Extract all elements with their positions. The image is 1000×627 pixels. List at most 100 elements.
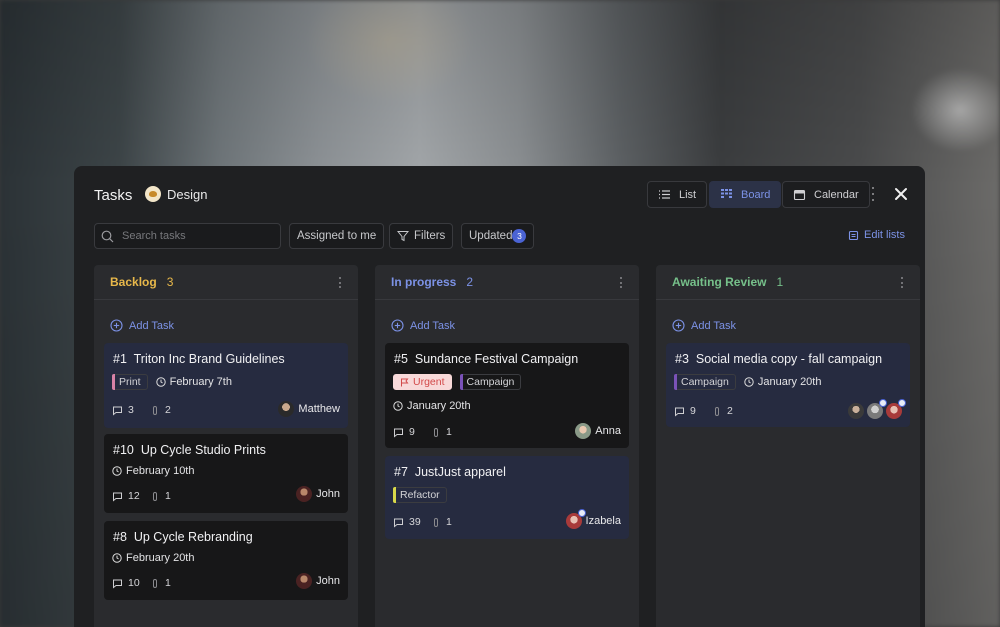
view-board-button[interactable]: Board xyxy=(709,181,782,208)
modal-title: Tasks xyxy=(94,187,133,204)
clock-icon xyxy=(112,553,122,563)
add-task-label: Add Task xyxy=(410,319,456,332)
task-card[interactable]: #3 Social media copy - fall campaign Cam… xyxy=(666,343,910,427)
updated-button[interactable]: Updated 3 xyxy=(461,223,535,249)
task-card[interactable]: #10 Up Cycle Studio Prints February 10th… xyxy=(104,434,348,513)
assignee[interactable]: Izabela xyxy=(565,509,621,529)
column-count: 1 xyxy=(776,275,784,289)
comment-icon xyxy=(113,406,122,416)
column-count: 2 xyxy=(466,275,474,289)
task-date-row: February 10th xyxy=(112,465,194,477)
column-menu-icon[interactable] xyxy=(338,277,342,288)
task-title: #10 Up Cycle Studio Prints xyxy=(113,443,266,457)
edit-lists-button[interactable]: Edit lists xyxy=(848,229,905,241)
task-card[interactable]: #5 Sundance Festival Campaign Urgent Cam… xyxy=(385,343,629,448)
attachment-icon xyxy=(715,406,719,416)
tag-refactor[interactable]: Refactor xyxy=(393,487,447,503)
comment-count: 9 xyxy=(690,405,696,417)
view-calendar-label: Calendar xyxy=(814,188,859,201)
task-card[interactable]: #7 JustJust apparel Refactor 39 1 Izabel… xyxy=(385,456,629,539)
attachment-count: 1 xyxy=(446,516,452,528)
column-menu-icon[interactable] xyxy=(619,277,623,288)
column-header: In progress 2 xyxy=(375,265,639,300)
comment-icon xyxy=(394,518,403,528)
comment-icon xyxy=(394,428,403,438)
avatar xyxy=(278,401,295,417)
assignee[interactable]: John xyxy=(296,573,340,589)
tag-campaign[interactable]: Campaign xyxy=(674,374,736,390)
view-list-button[interactable]: List xyxy=(647,181,708,208)
attachment-icon xyxy=(153,405,157,415)
task-tags-row: Urgent Campaign xyxy=(393,374,522,390)
comment-count: 9 xyxy=(409,426,415,438)
due-date: February 20th xyxy=(112,552,194,564)
clock-icon xyxy=(744,377,754,387)
task-meta: 10 1 xyxy=(112,577,171,589)
filter-icon xyxy=(397,231,409,242)
task-card[interactable]: #8 Up Cycle Rebranding February 20th 10 … xyxy=(104,521,348,600)
column-awaiting-review: Awaiting Review 1 Add Task #3 Social med… xyxy=(656,265,920,627)
tasks-modal: Tasks Design List Board Calendar Assigne… xyxy=(74,166,925,627)
avatar xyxy=(575,423,592,439)
due-date: February 7th xyxy=(155,376,232,388)
column-header: Awaiting Review 1 xyxy=(656,265,920,300)
task-title: #5 Sundance Festival Campaign xyxy=(394,352,579,366)
tag-print[interactable]: Print xyxy=(112,374,148,390)
add-task-button[interactable]: Add Task xyxy=(672,319,736,332)
assignee-group[interactable] xyxy=(848,399,906,419)
task-card[interactable]: #1 Triton Inc Brand Guidelines Print Feb… xyxy=(104,343,348,428)
tag-campaign[interactable]: Campaign xyxy=(459,374,522,390)
task-meta: 9 2 xyxy=(674,405,733,417)
board-icon xyxy=(721,189,732,198)
add-task-button[interactable]: Add Task xyxy=(391,319,455,332)
avatar xyxy=(296,573,313,589)
clock-icon xyxy=(393,401,403,411)
comment-icon xyxy=(113,579,122,589)
column-title: Awaiting Review xyxy=(672,275,767,289)
assignee[interactable]: Anna xyxy=(575,423,621,439)
comment-icon xyxy=(675,407,684,417)
due-date: January 20th xyxy=(393,400,471,412)
add-task-button[interactable]: Add Task xyxy=(110,319,174,332)
comment-icon xyxy=(113,492,122,502)
column-title: Backlog xyxy=(110,275,157,289)
plus-circle-icon xyxy=(391,319,404,332)
priority-urgent-tag[interactable]: Urgent xyxy=(393,374,452,390)
plus-circle-icon xyxy=(672,319,685,332)
task-tags-row: Print February 7th xyxy=(112,374,232,390)
search-input[interactable] xyxy=(122,230,272,242)
column-menu-icon[interactable] xyxy=(900,277,904,288)
view-list-label: List xyxy=(679,188,697,201)
search-icon xyxy=(101,230,114,242)
avatar xyxy=(867,399,887,419)
filters-button[interactable]: Filters xyxy=(389,223,454,249)
project-selector[interactable]: Design xyxy=(145,186,207,202)
edit-lists-icon xyxy=(848,230,859,240)
assignee-name: John xyxy=(316,488,340,500)
column-backlog: Backlog 3 Add Task #1 Triton Inc Brand G… xyxy=(94,265,358,627)
updated-label: Updated xyxy=(469,230,513,242)
due-date: February 10th xyxy=(112,465,194,477)
task-date-row: January 20th xyxy=(393,400,471,412)
assignee[interactable]: John xyxy=(296,486,340,502)
due-date: January 20th xyxy=(744,376,821,388)
view-calendar-button[interactable]: Calendar xyxy=(782,181,870,208)
column-in-progress: In progress 2 Add Task #5 Sundance Festi… xyxy=(375,265,639,627)
attachment-icon xyxy=(153,578,157,588)
search-box[interactable] xyxy=(94,223,281,249)
close-icon[interactable] xyxy=(894,187,908,201)
project-name: Design xyxy=(167,186,208,202)
avatar xyxy=(565,509,586,529)
avatar xyxy=(848,403,864,419)
assignee[interactable]: Matthew xyxy=(278,401,340,417)
attachment-count: 1 xyxy=(165,490,171,502)
clock-icon xyxy=(155,377,166,387)
notification-dot xyxy=(577,509,586,517)
project-logo-icon xyxy=(145,186,161,202)
assigned-to-me-label: Assigned to me xyxy=(297,230,377,242)
assigned-to-me-button[interactable]: Assigned to me xyxy=(289,223,385,249)
view-board-label: Board xyxy=(741,188,771,201)
calendar-icon xyxy=(793,189,806,201)
filters-label: Filters xyxy=(414,230,446,242)
more-options-icon[interactable] xyxy=(870,187,876,201)
